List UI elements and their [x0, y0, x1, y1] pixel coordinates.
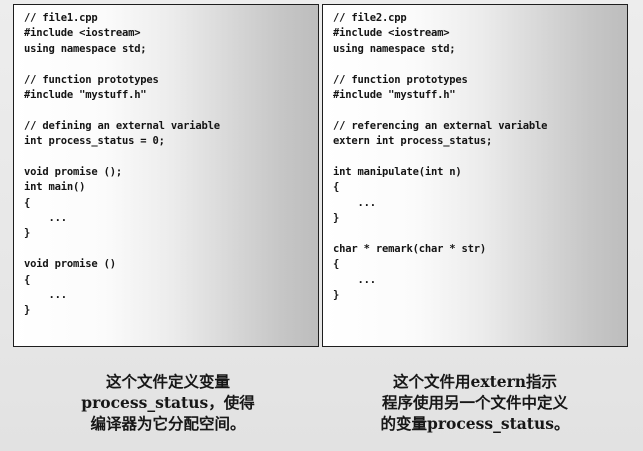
code-line: {: [24, 273, 31, 286]
code-line: using namespace std;: [24, 42, 147, 55]
code-line: // file1.cpp: [24, 12, 98, 24]
code-panel-file2: // file2.cpp #include <iostream> using n…: [322, 4, 628, 347]
code-panel-file1: // file1.cpp #include <iostream> using n…: [13, 4, 319, 347]
code-line: ...: [333, 273, 376, 286]
caption-line: 这个文件定义变量: [105, 372, 230, 391]
code-line: // function prototypes: [24, 73, 159, 86]
code-line: }: [24, 227, 31, 240]
code-line: // function prototypes: [333, 73, 468, 86]
code-line: }: [333, 212, 340, 225]
code-line: int main(): [24, 181, 86, 194]
code-line: #include <iostream>: [24, 27, 141, 40]
code-line: ...: [24, 212, 67, 225]
code-line: void promise (): [24, 258, 116, 271]
code-line: }: [24, 304, 31, 317]
caption-line: 编译器为它分配空间。: [90, 414, 246, 433]
caption-line: 程序使用另一个文件中定义: [381, 393, 568, 412]
code-line: void promise ();: [24, 165, 122, 178]
code-line: #include "mystuff.h": [24, 88, 147, 101]
code-line: #include <iostream>: [333, 27, 450, 40]
code-block-file2: // file2.cpp #include <iostream> using n…: [333, 11, 619, 340]
code-line: // referencing an external variable: [333, 119, 548, 132]
caption-line: 这个文件用extern指示: [392, 372, 558, 391]
code-line: {: [24, 196, 31, 209]
code-line: {: [333, 258, 340, 271]
code-line: // file2.cpp: [333, 12, 407, 24]
code-line: }: [333, 289, 340, 302]
caption-line: process_status，使得: [81, 393, 255, 412]
caption-file2: 这个文件用extern指示 程序使用另一个文件中定义 的变量process_st…: [325, 371, 625, 434]
code-line: #include "mystuff.h": [333, 88, 456, 101]
code-line: using namespace std;: [333, 42, 456, 55]
code-block-file1: // file1.cpp #include <iostream> using n…: [24, 11, 310, 340]
caption-file1: 这个文件定义变量 process_status，使得 编译器为它分配空间。: [18, 371, 318, 434]
code-line: // defining an external variable: [24, 119, 220, 132]
code-line: ...: [24, 289, 67, 302]
code-line: extern int process_status;: [333, 135, 493, 148]
code-line: int manipulate(int n): [333, 165, 462, 178]
code-line: ...: [333, 196, 376, 209]
code-line: char * remark(char * str): [333, 242, 487, 255]
caption-line: 的变量process_status。: [380, 414, 570, 433]
code-line: int process_status = 0;: [24, 135, 165, 148]
code-line: {: [333, 181, 340, 194]
